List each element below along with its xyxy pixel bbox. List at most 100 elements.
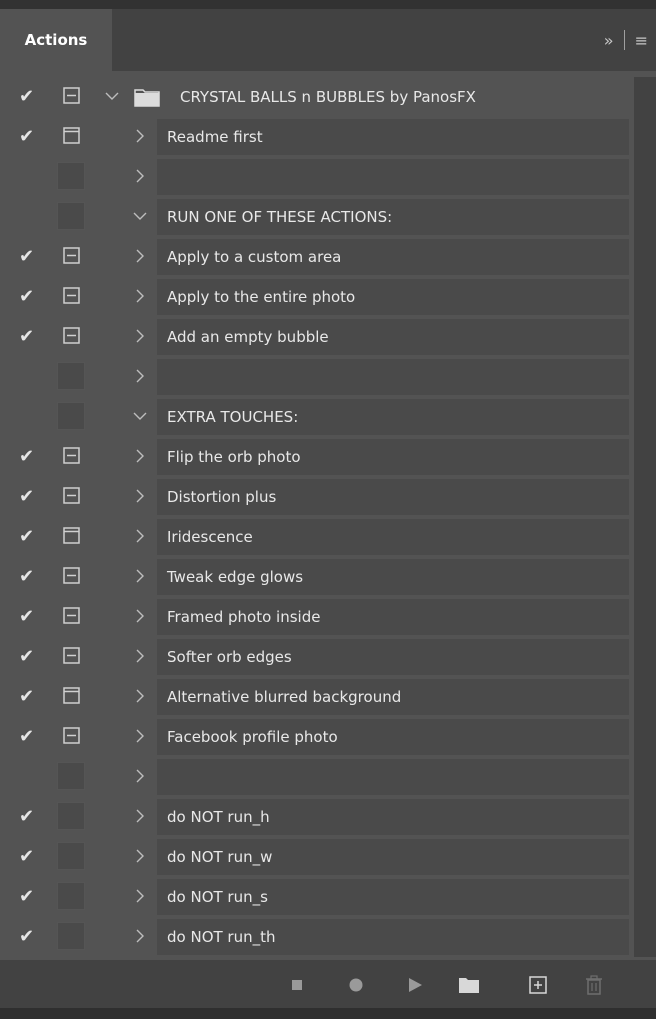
action-label: EXTRA TOUCHES: — [167, 408, 299, 426]
dialog-toggle[interactable] — [57, 802, 85, 830]
chevron-down-icon[interactable] — [133, 208, 147, 224]
chevron-down-icon[interactable] — [133, 408, 147, 424]
dialog-toggle[interactable] — [57, 162, 85, 190]
action-row[interactable]: ✔ Facebook profile photo — [0, 717, 656, 757]
toggle-check-icon[interactable]: ✔ — [19, 448, 39, 466]
chevron-right-icon[interactable] — [133, 888, 147, 904]
toggle-check-icon[interactable]: ✔ — [19, 728, 39, 746]
collapse-panel-icon[interactable]: » — [604, 31, 614, 50]
dialog-toggle[interactable] — [57, 482, 85, 510]
toggle-check-icon[interactable]: ✔ — [19, 568, 39, 586]
toggle-check-icon[interactable]: ✔ — [19, 528, 39, 546]
stop-icon[interactable] — [286, 974, 308, 996]
action-row[interactable]: ✔ Softer orb edges — [0, 637, 656, 677]
dialog-toggle[interactable] — [57, 642, 85, 670]
chevron-right-icon[interactable] — [133, 488, 147, 504]
action-row[interactable]: RUN ONE OF THESE ACTIONS: — [0, 197, 656, 237]
action-row[interactable]: ✔ do NOT run_w — [0, 837, 656, 877]
panel-menu-icon[interactable]: ≡ — [635, 31, 648, 50]
record-icon[interactable] — [345, 974, 367, 996]
action-row[interactable]: ✔ Flip the orb photo — [0, 437, 656, 477]
chevron-right-icon[interactable] — [133, 168, 147, 184]
toggle-check-icon[interactable]: ✔ — [19, 88, 39, 106]
dialog-toggle[interactable] — [57, 242, 85, 270]
tab-actions[interactable]: Actions — [0, 9, 112, 71]
chevron-down-icon[interactable] — [105, 90, 119, 102]
toggle-check-icon[interactable]: ✔ — [19, 608, 39, 626]
chevron-right-icon[interactable] — [133, 848, 147, 864]
toggle-check-icon[interactable]: ✔ — [19, 648, 39, 666]
chevron-right-icon[interactable] — [133, 648, 147, 664]
dialog-toggle[interactable] — [57, 562, 85, 590]
toggle-check-icon[interactable]: ✔ — [19, 288, 39, 306]
action-row[interactable]: ✔ Distortion plus — [0, 477, 656, 517]
dialog-toggle[interactable] — [57, 842, 85, 870]
toggle-check-icon[interactable]: ✔ — [19, 928, 39, 946]
new-set-folder-icon[interactable] — [458, 974, 480, 996]
chevron-right-icon[interactable] — [133, 368, 147, 384]
dialog-toggle[interactable] — [57, 522, 85, 550]
chevron-right-icon[interactable] — [133, 128, 147, 144]
dialog-toggle[interactable] — [57, 602, 85, 630]
chevron-right-icon[interactable] — [133, 248, 147, 264]
chevron-right-icon[interactable] — [133, 328, 147, 344]
action-row[interactable]: ✔ Apply to the entire photo — [0, 277, 656, 317]
chevron-right-icon[interactable] — [133, 728, 147, 744]
action-row[interactable]: ✔ Apply to a custom area — [0, 237, 656, 277]
dialog-toggle[interactable] — [57, 82, 85, 110]
action-row[interactable]: ✔ Add an empty bubble — [0, 317, 656, 357]
action-row[interactable]: ✔ Tweak edge glows — [0, 557, 656, 597]
toggle-check-icon[interactable]: ✔ — [19, 328, 39, 346]
chevron-right-icon[interactable] — [133, 608, 147, 624]
play-icon[interactable] — [404, 974, 426, 996]
action-row[interactable]: ✔ Readme first — [0, 117, 656, 157]
action-row[interactable]: ✔ Iridescence — [0, 517, 656, 557]
action-row[interactable]: ✔ do NOT run_th — [0, 917, 656, 957]
chevron-right-icon[interactable] — [133, 448, 147, 464]
toggle-check-icon[interactable]: ✔ — [19, 848, 39, 866]
toggle-check-icon[interactable]: ✔ — [19, 248, 39, 266]
toggle-check-icon[interactable]: ✔ — [19, 688, 39, 706]
action-row[interactable]: EXTRA TOUCHES: — [0, 397, 656, 437]
dialog-icon — [63, 247, 80, 264]
dialog-toggle[interactable] — [57, 322, 85, 350]
dialog-outline-icon — [63, 527, 80, 544]
action-row[interactable]: ✔ Framed photo inside — [0, 597, 656, 637]
chevron-right-icon[interactable] — [133, 288, 147, 304]
dialog-toggle[interactable] — [57, 362, 85, 390]
chevron-right-icon[interactable] — [133, 528, 147, 544]
dialog-icon — [63, 327, 80, 344]
chevron-right-icon[interactable] — [133, 568, 147, 584]
dialog-icon — [63, 607, 80, 624]
dialog-toggle[interactable] — [57, 442, 85, 470]
panel-top-strip — [0, 0, 656, 9]
action-row[interactable]: ✔ do NOT run_h — [0, 797, 656, 837]
delete-icon[interactable] — [583, 974, 605, 996]
dialog-toggle[interactable] — [57, 762, 85, 790]
dialog-icon — [63, 87, 80, 104]
dialog-toggle[interactable] — [57, 922, 85, 950]
chevron-right-icon[interactable] — [133, 928, 147, 944]
toggle-check-icon[interactable]: ✔ — [19, 488, 39, 506]
action-row[interactable]: ✔ do NOT run_s — [0, 877, 656, 917]
chevron-right-icon[interactable] — [133, 808, 147, 824]
action-set-row[interactable]: ✔ CRYSTAL BALLS n BUBBLES by PanosFX — [0, 77, 656, 117]
chevron-right-icon[interactable] — [133, 688, 147, 704]
chevron-right-icon[interactable] — [133, 768, 147, 784]
dialog-toggle[interactable] — [57, 402, 85, 430]
action-row[interactable] — [0, 357, 656, 397]
toggle-check-icon[interactable]: ✔ — [19, 888, 39, 906]
dialog-toggle[interactable] — [57, 202, 85, 230]
dialog-toggle[interactable] — [57, 282, 85, 310]
toggle-check-icon[interactable]: ✔ — [19, 128, 39, 146]
action-label: do NOT run_h — [167, 808, 270, 826]
toggle-check-icon[interactable]: ✔ — [19, 808, 39, 826]
new-action-icon[interactable] — [527, 974, 549, 996]
dialog-toggle[interactable] — [57, 682, 85, 710]
dialog-toggle[interactable] — [57, 722, 85, 750]
action-row[interactable] — [0, 157, 656, 197]
action-row[interactable] — [0, 757, 656, 797]
dialog-toggle[interactable] — [57, 882, 85, 910]
dialog-toggle[interactable] — [57, 122, 85, 150]
action-row[interactable]: ✔ Alternative blurred background — [0, 677, 656, 717]
